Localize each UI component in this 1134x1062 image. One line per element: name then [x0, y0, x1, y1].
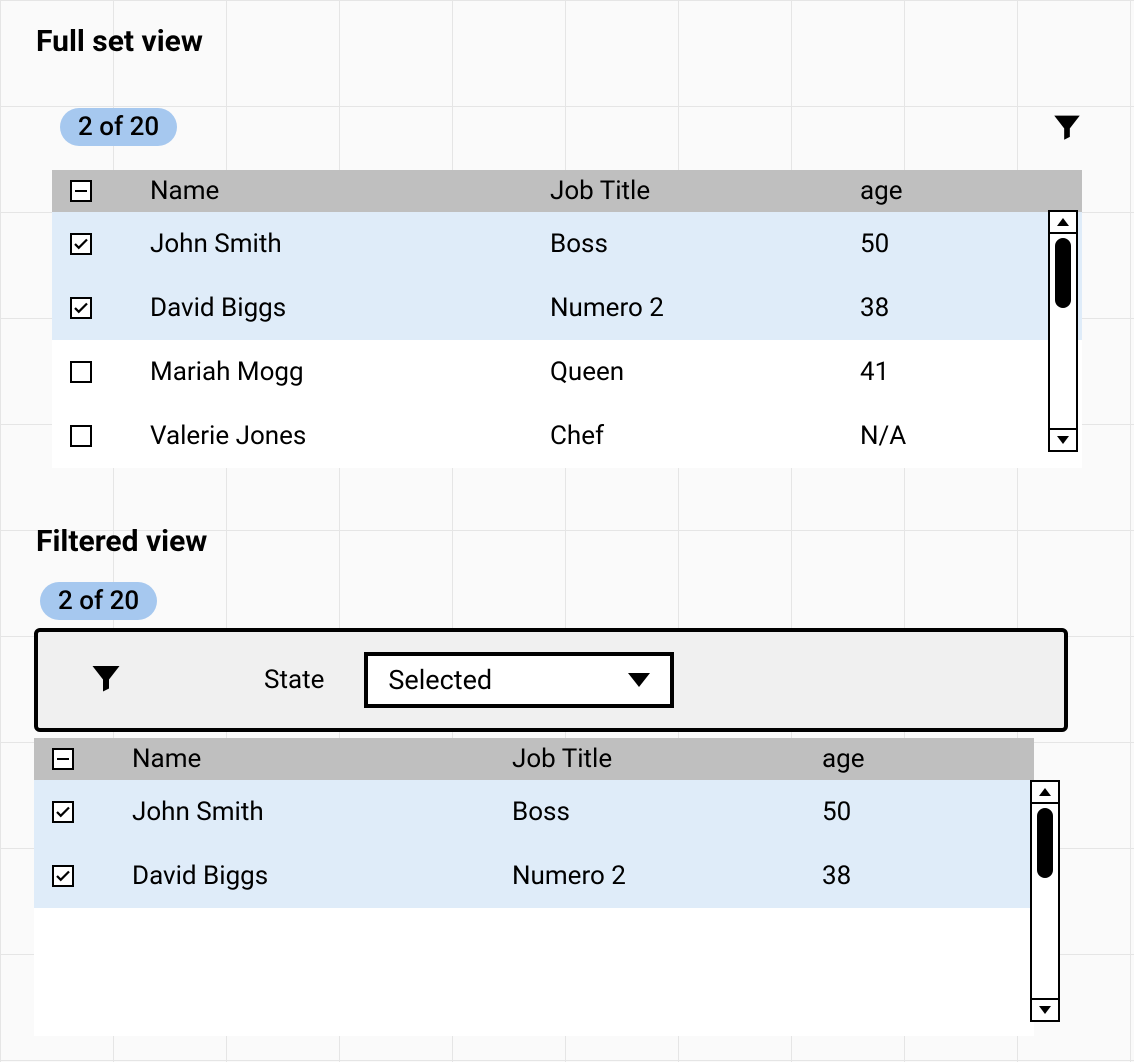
cell-age: 50	[822, 797, 1034, 827]
scroll-up-button[interactable]	[1032, 782, 1058, 804]
table-row[interactable]: John Smith Boss 50	[52, 212, 1082, 276]
table-header: Name Job Title age	[34, 738, 1034, 780]
row-checkbox[interactable]	[70, 233, 92, 255]
state-select-value: Selected	[388, 664, 492, 696]
filter-bar: State Selected	[34, 628, 1068, 732]
cell-job: Boss	[512, 797, 822, 827]
cell-job: Boss	[550, 229, 860, 259]
col-header-age[interactable]: age	[822, 744, 1034, 774]
table-row[interactable]: John Smith Boss 50	[34, 780, 1034, 844]
state-select[interactable]: Selected	[364, 652, 674, 708]
col-header-age[interactable]: age	[860, 176, 1082, 206]
cell-job: Numero 2	[512, 861, 822, 891]
cell-job: Chef	[550, 421, 860, 451]
table-header: Name Job Title age	[52, 170, 1082, 212]
table-row[interactable]: Valerie Jones Chef N/A	[52, 404, 1082, 468]
col-header-job[interactable]: Job Title	[550, 176, 860, 206]
scroll-up-button[interactable]	[1050, 212, 1076, 234]
table-row[interactable]: David Biggs Numero 2 38	[52, 276, 1082, 340]
filter-icon[interactable]	[1050, 110, 1084, 148]
row-checkbox[interactable]	[52, 865, 74, 887]
row-checkbox[interactable]	[52, 801, 74, 823]
scroll-thumb[interactable]	[1055, 238, 1071, 308]
cell-name: John Smith	[150, 229, 550, 259]
cell-name: David Biggs	[150, 293, 550, 323]
select-all-checkbox[interactable]	[52, 748, 74, 770]
row-checkbox[interactable]	[70, 425, 92, 447]
filtered-table: Name Job Title age John Smith Boss 50 Da…	[34, 738, 1034, 1036]
cell-age: 38	[822, 861, 1034, 891]
filter-field-label: State	[264, 665, 324, 695]
row-checkbox[interactable]	[70, 361, 92, 383]
cell-name: Mariah Mogg	[150, 357, 550, 387]
col-header-name[interactable]: Name	[132, 744, 512, 774]
filtered-view-title: Filtered view	[0, 524, 207, 559]
scroll-down-button[interactable]	[1032, 998, 1058, 1020]
full-set-title: Full set view	[0, 24, 203, 59]
scroll-thumb[interactable]	[1037, 808, 1053, 878]
table-row[interactable]: David Biggs Numero 2 38	[34, 844, 1034, 908]
scroll-down-button[interactable]	[1050, 428, 1076, 450]
scrollbar[interactable]	[1048, 210, 1078, 452]
selection-count-badge: 2 of 20	[60, 108, 177, 146]
col-header-name[interactable]: Name	[150, 176, 550, 206]
cell-name: Valerie Jones	[150, 421, 550, 451]
table-row[interactable]: Mariah Mogg Queen 41	[52, 340, 1082, 404]
cell-job: Queen	[550, 357, 860, 387]
col-header-job[interactable]: Job Title	[512, 744, 822, 774]
scrollbar[interactable]	[1030, 780, 1060, 1022]
full-set-table: Name Job Title age John Smith Boss 50 Da…	[52, 170, 1082, 468]
select-all-checkbox[interactable]	[70, 180, 92, 202]
cell-name: John Smith	[132, 797, 512, 827]
filter-icon[interactable]	[88, 660, 124, 700]
cell-name: David Biggs	[132, 861, 512, 891]
cell-job: Numero 2	[550, 293, 860, 323]
selection-count-badge: 2 of 20	[40, 582, 157, 620]
chevron-down-icon	[628, 673, 650, 687]
row-checkbox[interactable]	[70, 297, 92, 319]
